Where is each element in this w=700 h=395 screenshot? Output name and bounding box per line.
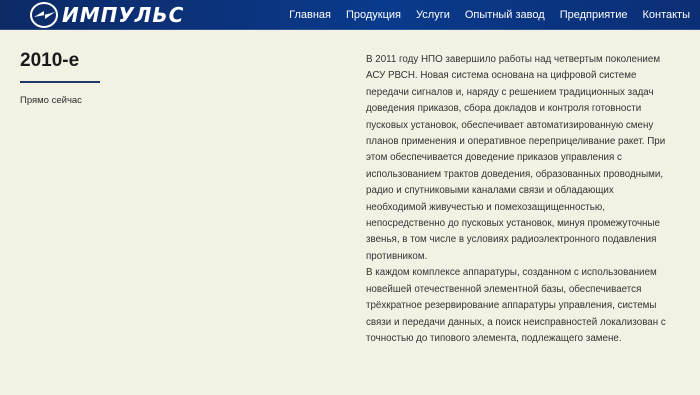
period-title: 2010-е (20, 50, 80, 71)
period-subtitle: Прямо сейчас (20, 95, 82, 106)
title-underline (20, 81, 100, 83)
main-nav: Главная Продукция Услуги Опытный завод П… (289, 0, 690, 30)
nav-products[interactable]: Продукция (346, 9, 401, 21)
nav-home[interactable]: Главная (289, 9, 331, 21)
paragraph: В каждом комплексе аппаратуры, созданном… (366, 267, 666, 344)
period-panel: 2010-е Прямо сейчас (20, 50, 260, 106)
top-header: ИМПУЛЬС Главная Продукция Услуги Опытный… (0, 0, 700, 30)
nav-company[interactable]: Предприятие (560, 9, 628, 21)
site-logo[interactable]: ИМПУЛЬС (30, 2, 184, 28)
nav-services[interactable]: Услуги (416, 9, 450, 21)
history-text: В 2011 году НПО завершило работы над чет… (366, 52, 666, 347)
logo-text: ИМПУЛЬС (62, 3, 185, 27)
nav-pilot-plant[interactable]: Опытный завод (465, 9, 545, 21)
logo-emblem-icon (30, 2, 58, 28)
nav-contacts[interactable]: Контакты (642, 9, 690, 21)
paragraph: В 2011 году НПО завершило работы над чет… (366, 54, 666, 262)
